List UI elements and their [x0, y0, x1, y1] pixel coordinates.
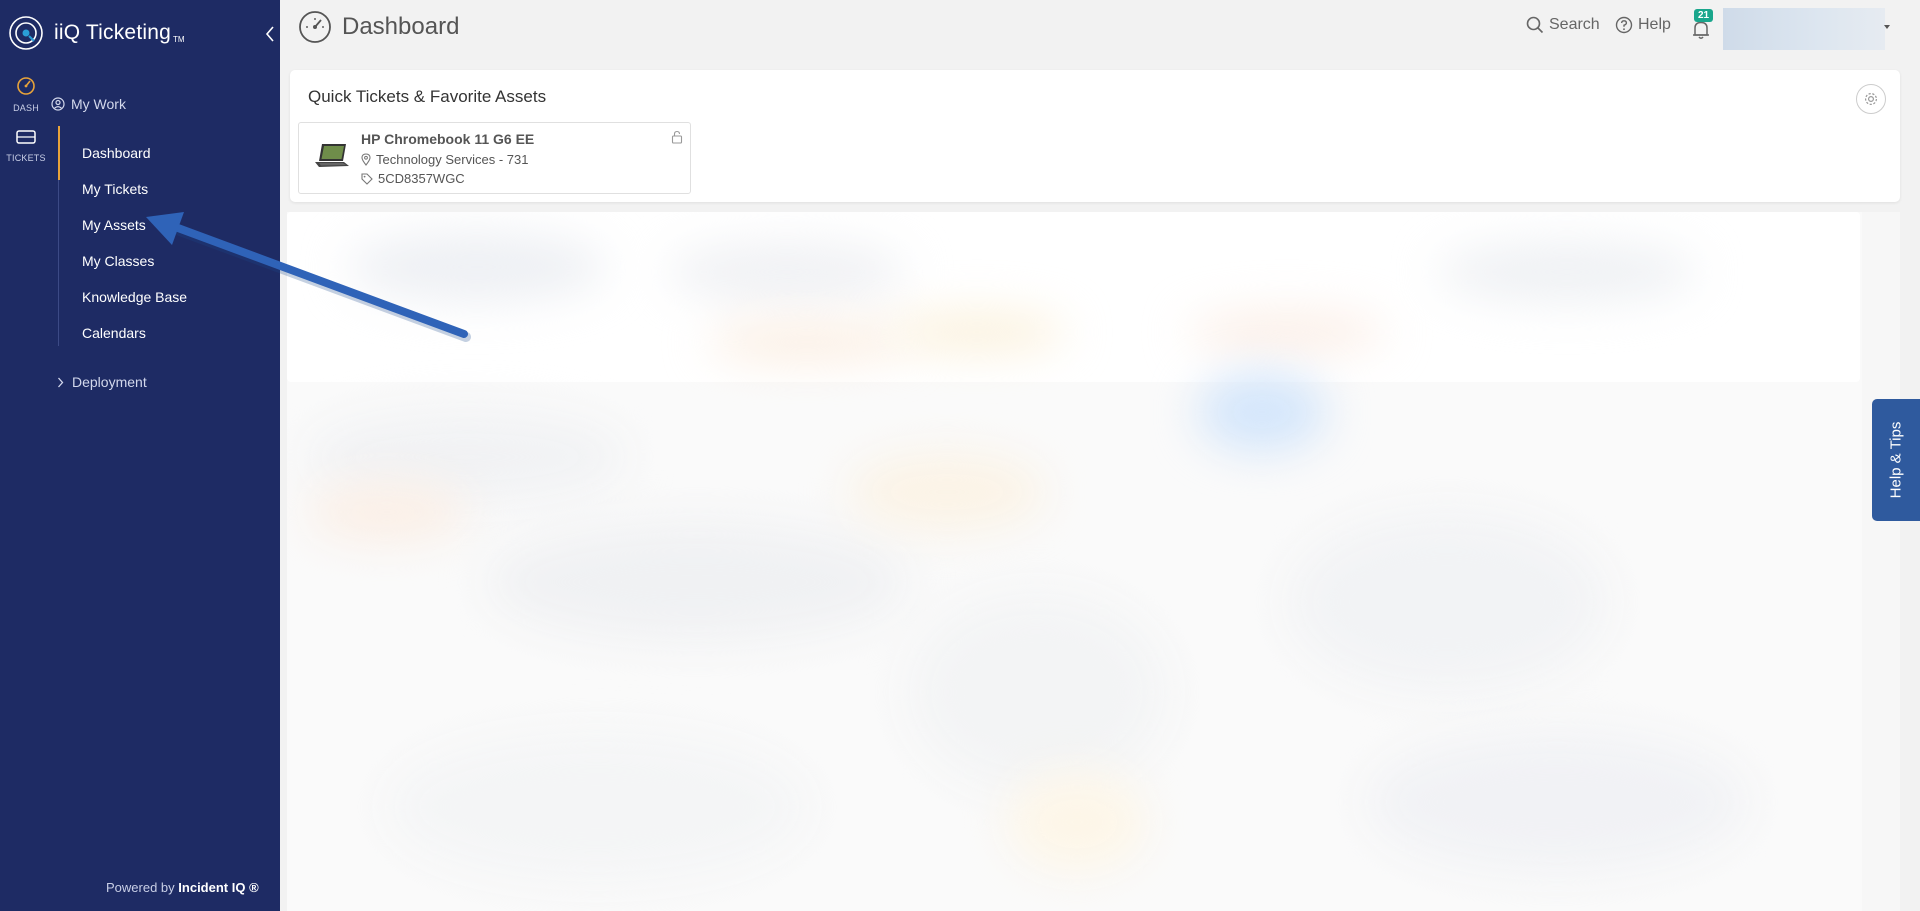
page-title: Dashboard: [298, 10, 459, 44]
blurred-region: [1367, 732, 1747, 872]
blurred-scroll-rail: [1862, 212, 1900, 911]
lock-icon[interactable]: [671, 130, 683, 144]
gear-icon: [1864, 92, 1878, 106]
blurred-region: [847, 452, 1047, 532]
help-button[interactable]: Help: [1615, 16, 1671, 34]
blurred-region: [907, 592, 1167, 792]
blurred-region: [387, 732, 807, 882]
section-deployment-label: Deployment: [72, 374, 147, 390]
search-label: Search: [1549, 16, 1600, 33]
nav-active-indicator: [58, 126, 60, 180]
powered-by-prefix: Powered by: [106, 880, 175, 895]
blurred-region: [707, 322, 907, 362]
brand-trademark: TM: [172, 34, 185, 44]
asset-location-text: Technology Services - 731: [376, 152, 529, 167]
notification-badge: 21: [1694, 9, 1714, 22]
sidebar-item-my-assets[interactable]: My Assets: [82, 217, 146, 233]
favorite-asset-tile[interactable]: HP Chromebook 11 G6 EE Technology Servic…: [298, 122, 691, 194]
card-settings-button[interactable]: [1856, 84, 1886, 114]
blurred-region: [1197, 372, 1327, 452]
tag-icon: [361, 172, 373, 185]
blurred-region: [487, 522, 907, 642]
sidebar-item-calendars[interactable]: Calendars: [82, 325, 146, 341]
rail-dash-label: DASH: [13, 103, 39, 113]
asset-tag-text: 5CD8357WGC: [378, 171, 465, 186]
asset-name: HP Chromebook 11 G6 EE: [361, 131, 535, 147]
section-my-work[interactable]: My Work: [51, 96, 126, 112]
blurred-region: [667, 242, 907, 302]
powered-by-brand: Incident IQ ®: [178, 880, 259, 895]
brand[interactable]: iiQ Ticketing TM: [8, 15, 185, 51]
blurred-region: [1007, 772, 1147, 872]
search-icon: [1526, 16, 1544, 34]
blurred-region: [307, 482, 467, 542]
top-header: Dashboard Search Help 21: [280, 0, 1920, 58]
help-and-tips-label: Help & Tips: [1887, 421, 1905, 499]
section-deployment[interactable]: Deployment: [57, 374, 147, 390]
blurred-region: [347, 232, 607, 302]
sidebar: iiQ Ticketing TM DASH TICKETS My Work Da…: [0, 0, 280, 911]
asset-location: Technology Services - 731: [361, 152, 528, 167]
rail-dash[interactable]: DASH: [6, 76, 46, 113]
dashboard-gauge-icon: [299, 11, 331, 43]
help-and-tips-tab[interactable]: Help & Tips: [1872, 399, 1920, 521]
caret-down-icon[interactable]: [1883, 24, 1891, 30]
ticket-icon: [16, 130, 36, 144]
rail-tickets-label: TICKETS: [6, 153, 46, 163]
iiq-logo-icon: [9, 16, 43, 50]
user-menu[interactable]: [1723, 8, 1885, 50]
quick-tickets-title: Quick Tickets & Favorite Assets: [308, 87, 547, 106]
asset-tag: 5CD8357WGC: [361, 171, 465, 186]
blurred-region: [887, 312, 1067, 352]
section-my-work-label: My Work: [71, 96, 126, 112]
blurred-region: [1187, 312, 1387, 352]
sidebar-item-my-tickets[interactable]: My Tickets: [82, 181, 148, 197]
sidebar-item-my-classes[interactable]: My Classes: [82, 253, 154, 269]
collapse-sidebar-icon[interactable]: [264, 25, 276, 43]
search-button[interactable]: Search: [1526, 16, 1600, 34]
sidebar-item-dashboard[interactable]: Dashboard: [82, 145, 151, 161]
blurred-region: [1437, 242, 1697, 302]
help-icon: [1615, 16, 1633, 34]
quick-tickets-card: Quick Tickets & Favorite Assets HP Chrom…: [290, 70, 1900, 202]
brand-name: iiQ Ticketing: [54, 21, 171, 44]
chevron-right-icon: [58, 377, 64, 387]
laptop-icon: [315, 144, 349, 167]
user-circle-icon: [51, 97, 65, 111]
sidebar-item-knowledge-base[interactable]: Knowledge Base: [82, 289, 187, 305]
blurred-region: [1287, 512, 1607, 692]
powered-by: Powered by Incident IQ ®: [106, 880, 259, 895]
gauge-icon: [17, 77, 35, 95]
blurred-dashboard-content: [287, 212, 1900, 911]
page-title-text: Dashboard: [342, 13, 460, 40]
help-label: Help: [1638, 16, 1671, 33]
location-pin-icon: [361, 153, 371, 166]
rail-tickets[interactable]: TICKETS: [6, 128, 46, 163]
